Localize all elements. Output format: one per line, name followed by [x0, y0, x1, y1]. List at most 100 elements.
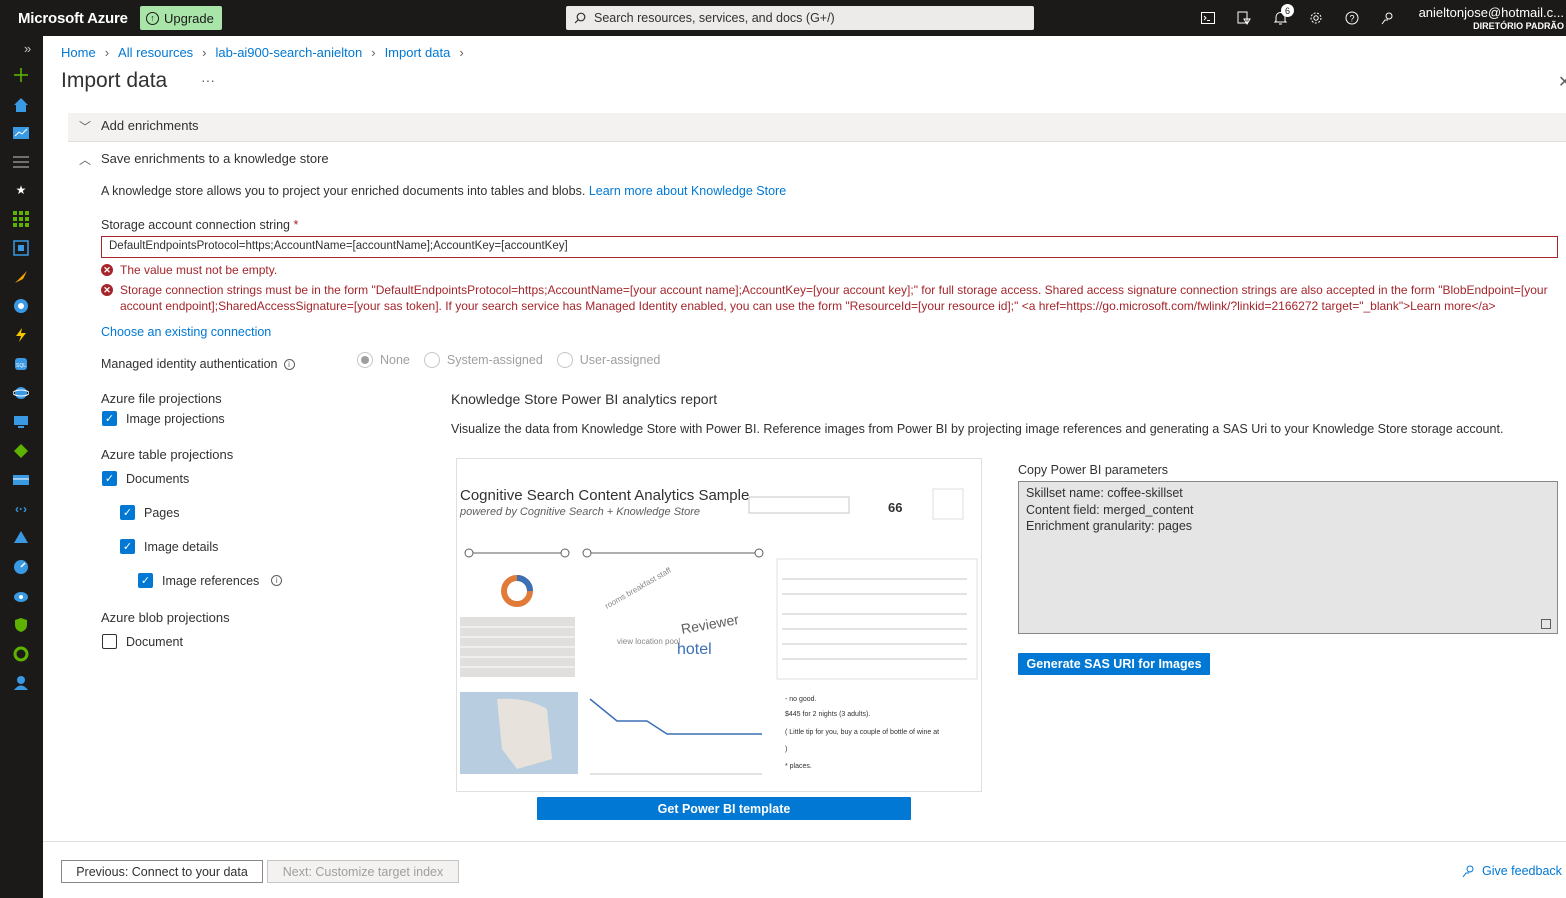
cost-management-icon[interactable]	[12, 645, 30, 663]
search-placeholder: Search resources, services, and docs (G+…	[594, 11, 835, 25]
all-services-icon[interactable]	[12, 153, 30, 171]
get-powerbi-template-button[interactable]: Get Power BI template	[537, 797, 911, 820]
svg-text:rooms breakfast staff: rooms breakfast staff	[604, 565, 674, 610]
connection-string-input[interactable]: DefaultEndpointsProtocol=https;AccountNa…	[101, 236, 1558, 258]
checkmark-icon: ✓	[120, 505, 135, 520]
cloud-shell-icon[interactable]	[1190, 0, 1226, 36]
user-account-menu[interactable]: anieltonjose@hotmail.c... DIRETÓRIO PADR…	[1419, 5, 1564, 31]
documents-label: Documents	[126, 471, 190, 486]
radio-user-assigned-label: User-assigned	[579, 353, 661, 367]
svg-text:* places.: * places.	[785, 763, 812, 770]
pages-label: Pages	[144, 505, 180, 520]
preview-dashboard-graphic: Reviewer hotel rooms breakfast staff vie…	[460, 488, 978, 775]
checkbox-empty	[102, 634, 117, 649]
monitor-icon[interactable]	[12, 558, 30, 576]
user-directory: DIRETÓRIO PADRÃO	[1473, 21, 1564, 31]
blob-document-label: Document	[126, 634, 183, 649]
all-resources-icon[interactable]	[12, 210, 30, 228]
blob-document-checkbox[interactable]: Document	[102, 634, 183, 649]
upgrade-button[interactable]: ↑ Upgrade	[140, 6, 222, 30]
storage-accounts-icon[interactable]	[12, 471, 30, 489]
next-button[interactable]: Next: Customize target index	[267, 860, 459, 883]
cosmos-db-icon[interactable]	[12, 384, 30, 402]
description-text: A knowledge store allows you to project …	[101, 184, 586, 198]
virtual-machines-icon[interactable]	[12, 413, 30, 431]
dashboard-icon[interactable]	[12, 124, 30, 142]
managed-identity-radio-group: None System-assigned User-assigned	[357, 352, 660, 368]
svg-text:?: ?	[1349, 14, 1354, 24]
svg-text:SQL: SQL	[16, 363, 26, 369]
svg-text:): )	[785, 746, 787, 753]
app-services-icon[interactable]	[12, 297, 30, 315]
error-message-empty: ✕ The value must not be empty.	[101, 262, 277, 278]
radio-system-assigned[interactable]: System-assigned	[423, 352, 543, 368]
error-text-empty: The value must not be empty.	[120, 263, 278, 277]
image-references-checkbox[interactable]: ✓ Image references i	[138, 573, 283, 588]
notifications-icon[interactable]: 6	[1262, 0, 1298, 36]
load-balancer-icon[interactable]	[12, 442, 30, 460]
error-text-format: Storage connection strings must be in th…	[120, 283, 1548, 313]
checkmark-icon: ✓	[102, 411, 117, 426]
svg-text:hotel: hotel	[677, 641, 712, 658]
function-app-icon[interactable]	[12, 326, 30, 344]
sql-database-icon[interactable]: SQL	[12, 355, 30, 373]
quickstart-rocket-icon[interactable]	[12, 268, 30, 286]
image-projections-checkbox[interactable]: ✓ Image projections	[102, 411, 225, 426]
add-enrichments-section-header[interactable]: ﹀ Add enrichments	[68, 113, 1566, 142]
close-icon[interactable]: ✕	[1558, 72, 1566, 92]
image-details-checkbox[interactable]: ✓ Image details	[120, 539, 218, 554]
help-support-icon[interactable]	[12, 674, 30, 692]
previous-button[interactable]: Previous: Connect to your data	[61, 860, 263, 883]
brand-label[interactable]: Microsoft Azure	[18, 10, 128, 27]
documents-checkbox[interactable]: ✓ Documents	[102, 471, 189, 486]
learn-more-link[interactable]: Learn more about Knowledge Store	[589, 184, 786, 198]
left-nav: » ★ SQL ‹·›	[0, 36, 43, 898]
breadcrumb-all-resources[interactable]: All resources	[118, 45, 193, 60]
favorites-star-icon[interactable]: ★	[12, 181, 30, 199]
resource-groups-icon[interactable]	[12, 239, 30, 257]
copy-icon[interactable]	[1541, 619, 1551, 629]
breadcrumb-home[interactable]: Home	[61, 45, 96, 60]
checkmark-icon: ✓	[120, 539, 135, 554]
chevron-up-icon: ︿	[79, 153, 92, 167]
virtual-networks-icon[interactable]: ‹·›	[12, 500, 30, 518]
save-enrichments-section-header[interactable]: ︿ Save enrichments to a knowledge store	[68, 146, 1566, 172]
powerbi-report-preview-image: Cognitive Search Content Analytics Sampl…	[456, 458, 982, 792]
param-content-field: Content field: merged_content	[1026, 502, 1194, 517]
save-enrichments-label: Save enrichments to a knowledge store	[101, 151, 329, 166]
search-icon	[574, 12, 586, 24]
breadcrumb-search-service[interactable]: lab-ai900-search-anielton	[216, 45, 363, 60]
svg-text:- no good.: - no good.	[785, 696, 817, 703]
settings-gear-icon[interactable]	[1298, 0, 1334, 36]
breadcrumb: Home › All resources › lab-ai900-search-an…	[61, 45, 464, 60]
footer-divider	[43, 841, 1566, 842]
info-icon[interactable]: i	[283, 358, 295, 370]
create-resource-icon[interactable]	[12, 66, 30, 84]
error-message-format: ✕ Storage connection strings must be in …	[101, 282, 1557, 314]
breadcrumb-import-data[interactable]: Import data	[385, 45, 451, 60]
home-icon[interactable]	[12, 96, 30, 114]
feedback-icon[interactable]	[1370, 0, 1406, 36]
error-icon: ✕	[101, 264, 113, 276]
choose-existing-connection-link[interactable]: Choose an existing connection	[101, 325, 271, 339]
security-center-icon[interactable]	[12, 616, 30, 634]
radio-none[interactable]: None	[357, 352, 410, 368]
info-icon[interactable]: i	[271, 575, 283, 586]
pages-checkbox[interactable]: ✓ Pages	[120, 505, 179, 520]
svg-text:view location pool: view location pool	[617, 637, 680, 646]
advisor-icon[interactable]	[12, 587, 30, 605]
global-search-input[interactable]: Search resources, services, and docs (G+…	[566, 6, 1034, 30]
help-icon[interactable]: ?	[1334, 0, 1370, 36]
powerbi-params-textbox[interactable]: Skillset name: coffee-skillset Content f…	[1018, 481, 1558, 634]
svg-text:$445 for 2 nights (3 adults).: $445 for 2 nights (3 adults).	[785, 711, 870, 718]
azure-ad-icon[interactable]	[12, 529, 30, 547]
radio-user-assigned[interactable]: User-assigned	[556, 352, 661, 368]
param-granularity: Enrichment granularity: pages	[1026, 519, 1193, 533]
managed-identity-label: Managed identity authentication i	[101, 357, 295, 371]
more-options-button[interactable]: ···	[201, 72, 215, 88]
directory-filter-icon[interactable]	[1226, 0, 1262, 36]
give-feedback-link[interactable]: Give feedback	[1462, 864, 1562, 878]
generate-sas-uri-button[interactable]: Generate SAS URI for Images	[1018, 653, 1210, 675]
expand-menu-icon[interactable]: »	[24, 41, 31, 56]
radio-system-assigned-label: System-assigned	[446, 353, 543, 367]
